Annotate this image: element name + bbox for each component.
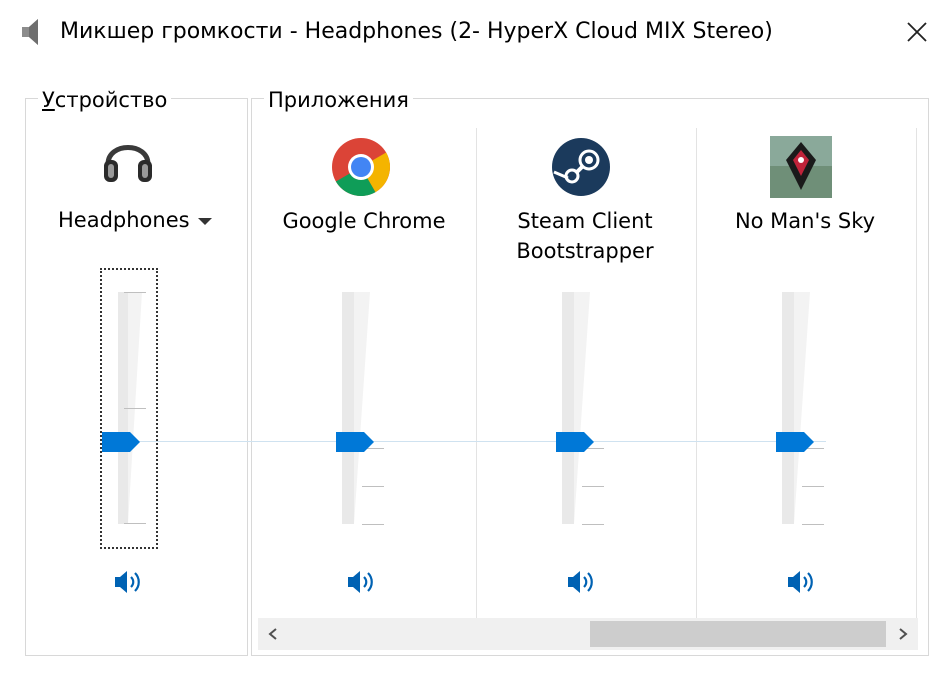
speaker-icon (20, 16, 44, 48)
app-name-chrome: Google Chrome (282, 209, 446, 233)
speaker-volume-icon (568, 571, 593, 593)
steam-volume-ticks (582, 448, 604, 528)
scroll-right-button[interactable] (888, 618, 918, 650)
chrome-volume-slider[interactable] (336, 430, 376, 454)
column-separator (476, 128, 477, 618)
chrome-volume-ticks (362, 448, 384, 528)
headphones-icon (98, 130, 162, 194)
app-name-no-mans-sky: No Man's Sky (734, 209, 876, 233)
close-icon (907, 22, 927, 42)
close-button[interactable] (892, 12, 942, 52)
nms-mute-button[interactable] (783, 566, 819, 598)
device-volume-ticks (124, 292, 146, 524)
scroll-left-button[interactable] (258, 618, 288, 650)
device-volume-slider[interactable] (102, 430, 142, 454)
app-name-steam-line2: Bootstrapper (516, 239, 654, 263)
speaker-volume-icon (348, 571, 373, 593)
column-separator (916, 128, 917, 618)
scrollbar-thumb[interactable] (590, 621, 886, 647)
volume-mixer-window: Микшер громкости - Headphones (2- HyperX… (0, 0, 952, 688)
speaker-volume-icon (788, 571, 813, 593)
device-dropdown[interactable]: Headphones (58, 205, 212, 235)
device-group-label: Устройство (38, 88, 172, 112)
steam-mute-button[interactable] (563, 566, 599, 598)
chevron-down-icon (197, 217, 212, 225)
chrome-mute-button[interactable] (343, 566, 379, 598)
device-mute-button[interactable] (110, 566, 146, 598)
steam-icon (550, 136, 614, 200)
title-bar: Микшер громкости - Headphones (2- HyperX… (0, 0, 952, 64)
app-name-steam-line1: Steam Client (517, 209, 653, 233)
chevron-right-icon (899, 628, 908, 640)
chrome-icon (330, 136, 394, 200)
nms-volume-slider[interactable] (776, 430, 816, 454)
chevron-left-icon (268, 628, 277, 640)
horizontal-scrollbar[interactable] (258, 618, 918, 650)
no-mans-sky-icon (770, 136, 834, 200)
column-separator (696, 128, 697, 618)
nms-volume-ticks (802, 448, 824, 528)
speaker-volume-icon (115, 571, 140, 593)
applications-group-label: Приложения (264, 88, 413, 112)
steam-volume-slider[interactable] (556, 430, 596, 454)
window-title: Микшер громкости - Headphones (2- HyperX… (60, 19, 773, 44)
device-name: Headphones (58, 208, 190, 232)
